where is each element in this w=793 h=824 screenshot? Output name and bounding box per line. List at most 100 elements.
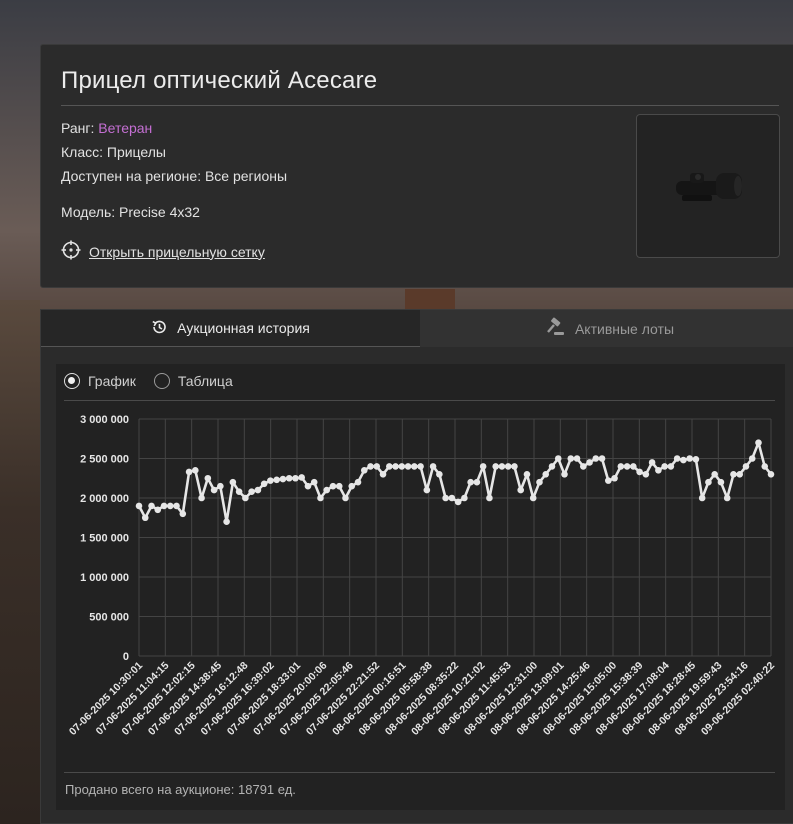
price-point xyxy=(348,482,356,490)
price-point xyxy=(210,486,218,494)
open-reticle-link[interactable]: Открыть прицельную сетку xyxy=(61,240,265,263)
sold-total-text: Продано всего на аукционе: 18791 ед. xyxy=(65,782,296,797)
price-point xyxy=(254,486,262,494)
price-point xyxy=(755,439,762,446)
price-point xyxy=(586,459,593,466)
tab-auction-history[interactable]: Аукционная история xyxy=(41,310,420,347)
price-point xyxy=(454,498,462,506)
price-point xyxy=(611,474,618,482)
price-point xyxy=(329,482,337,490)
price-point xyxy=(135,502,143,510)
history-icon xyxy=(151,319,167,338)
price-point xyxy=(761,463,769,470)
tab-active-lots-label: Активные лоты xyxy=(574,320,675,337)
price-point xyxy=(179,510,187,518)
price-point xyxy=(523,471,531,478)
price-point xyxy=(598,455,606,462)
price-history-chart: 0 500 000 1 000 000 1 500 000 2 000 000 2 500… xyxy=(67,414,777,738)
y-tick-label: 0 xyxy=(123,651,129,663)
region-line: Доступен на регионе: Все регионы xyxy=(61,168,288,184)
price-point xyxy=(335,482,343,490)
price-point xyxy=(242,494,249,502)
price-point xyxy=(517,486,525,494)
price-point xyxy=(273,476,280,484)
price-point xyxy=(192,467,199,474)
price-point xyxy=(185,468,193,476)
price-point xyxy=(160,502,168,510)
gavel-icon xyxy=(545,317,565,340)
price-point xyxy=(411,463,418,470)
scope-image xyxy=(676,173,742,201)
price-point xyxy=(436,471,443,478)
price-point xyxy=(223,518,230,525)
y-tick-label: 1 000 000 xyxy=(80,572,129,584)
price-point xyxy=(705,478,712,486)
price-point xyxy=(498,463,506,470)
price-point xyxy=(479,463,487,470)
price-point xyxy=(229,478,237,486)
price-point xyxy=(260,480,268,488)
price-point xyxy=(592,455,600,462)
crosshair-icon xyxy=(61,240,81,263)
price-point xyxy=(323,486,331,494)
price-point xyxy=(154,506,162,514)
price-point xyxy=(448,494,456,502)
price-point xyxy=(417,463,424,470)
price-point xyxy=(317,494,324,502)
price-point xyxy=(486,494,493,502)
price-point xyxy=(204,474,212,482)
item-thumbnail xyxy=(636,114,780,258)
price-point xyxy=(166,502,174,510)
price-point xyxy=(536,478,543,486)
price-point xyxy=(392,463,399,470)
price-point xyxy=(742,463,750,470)
item-title: Прицел оптический Acecare xyxy=(61,67,378,94)
footer-divider xyxy=(64,772,775,773)
price-point xyxy=(429,463,437,470)
open-reticle-label: Открыть прицельную сетку xyxy=(89,243,265,260)
rank-line: Ранг: Ветеран xyxy=(61,120,152,136)
price-point xyxy=(304,482,312,490)
price-point xyxy=(298,474,305,481)
price-point xyxy=(642,471,650,478)
price-point xyxy=(661,463,668,470)
title-divider xyxy=(61,105,779,106)
price-point xyxy=(680,456,687,464)
price-point xyxy=(686,455,693,462)
price-point xyxy=(567,455,575,462)
price-point xyxy=(310,478,318,486)
price-point xyxy=(342,494,349,502)
price-point xyxy=(511,463,518,470)
price-point xyxy=(579,463,587,470)
price-point xyxy=(617,463,625,470)
price-point xyxy=(461,494,468,502)
price-point xyxy=(423,486,431,494)
price-point xyxy=(248,488,255,495)
price-point xyxy=(698,494,706,502)
price-point xyxy=(542,471,550,478)
y-tick-label: 1 500 000 xyxy=(80,533,129,545)
price-point xyxy=(292,474,299,482)
price-point xyxy=(630,463,637,470)
price-point xyxy=(667,463,675,470)
price-point xyxy=(529,494,537,502)
price-point xyxy=(717,478,725,486)
price-point xyxy=(442,494,449,502)
price-point xyxy=(748,455,756,462)
price-point xyxy=(767,471,775,478)
y-tick-label: 2 000 000 xyxy=(80,493,129,505)
price-point xyxy=(605,477,612,484)
price-point xyxy=(723,494,731,502)
background-tower xyxy=(405,289,455,311)
price-point xyxy=(636,468,643,476)
auction-panel: Аукционная история Активные лоты График … xyxy=(40,309,793,824)
price-point xyxy=(148,502,155,510)
price-point xyxy=(504,463,512,470)
price-point xyxy=(360,467,368,474)
model-line: Модель: Precise 4x32 xyxy=(61,204,200,220)
tab-auction-history-label: Аукционная история xyxy=(177,320,310,336)
price-point xyxy=(473,478,481,486)
item-info-card: Прицел оптический Acecare Ранг: Ветеран … xyxy=(40,44,793,288)
y-tick-label: 3 000 000 xyxy=(80,414,129,426)
tab-active-lots[interactable]: Активные лоты xyxy=(420,310,793,347)
